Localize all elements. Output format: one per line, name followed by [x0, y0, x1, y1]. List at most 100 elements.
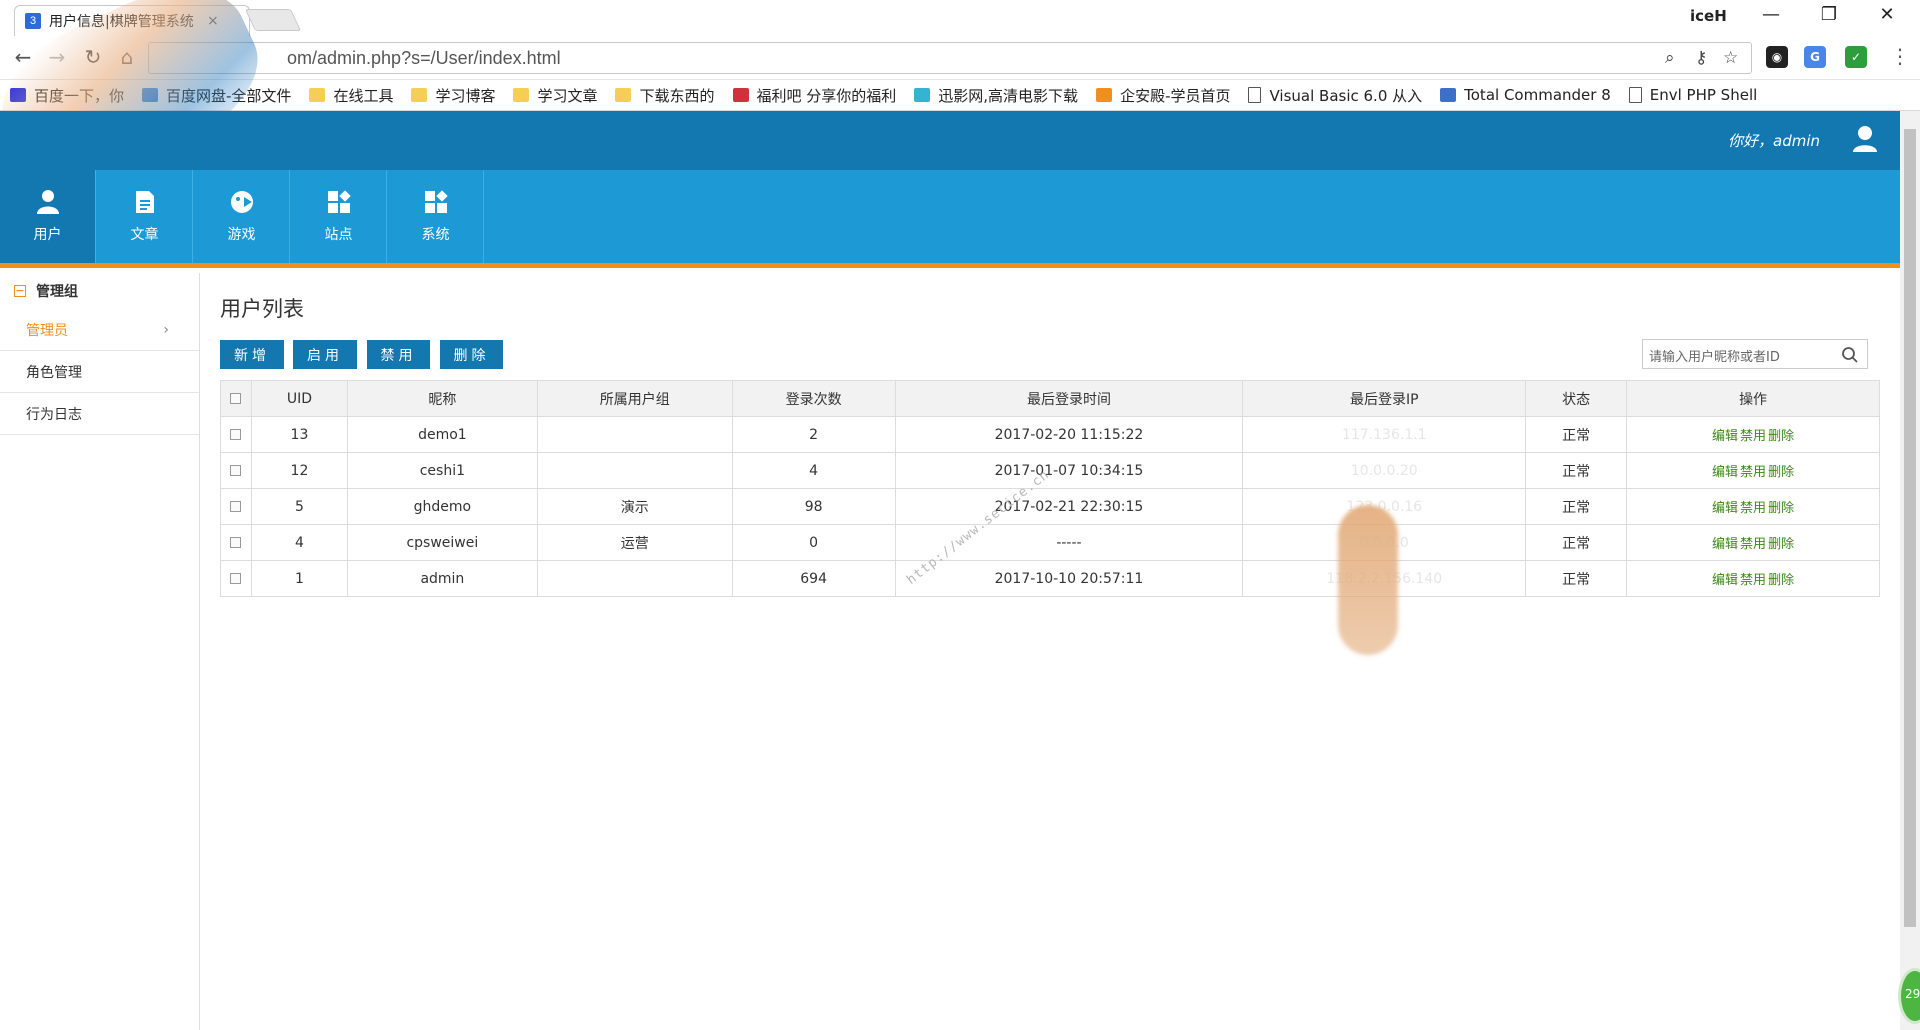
collapse-icon[interactable]: −: [14, 285, 26, 297]
restore-icon[interactable]: ❐: [1806, 4, 1852, 25]
scrollbar-thumb[interactable]: [1904, 129, 1916, 927]
nav-user[interactable]: 用户: [0, 170, 96, 263]
column-header[interactable]: 昵称: [346, 380, 538, 417]
user-avatar-icon[interactable]: [1852, 125, 1878, 153]
column-header[interactable]: 状态: [1525, 380, 1628, 417]
cell-logins: 694: [731, 560, 896, 597]
select-all-checkbox[interactable]: [220, 380, 252, 417]
sidebar-item-label: 行为日志: [26, 406, 82, 423]
nav-site[interactable]: 站点: [291, 170, 387, 263]
disable-link[interactable]: 禁用: [1740, 537, 1766, 552]
table-row[interactable]: 12 ceshi1 4 2017-01-07 10:34:15 10.0.0.20 正常编…: [220, 452, 1880, 489]
search-icon[interactable]: [1841, 346, 1859, 364]
bookmark-item[interactable]: 迅影网,高清电影下载: [914, 85, 1078, 106]
edit-link[interactable]: 编辑: [1712, 501, 1738, 516]
column-header[interactable]: 登录次数: [731, 380, 896, 417]
bookmark-item[interactable]: Envl PHP Shell: [1628, 86, 1757, 104]
cell-group: 运营: [536, 524, 733, 561]
column-header[interactable]: 最后登录时间: [894, 380, 1244, 417]
browser-menu-icon[interactable]: ⋮: [1890, 44, 1910, 68]
row-checkbox[interactable]: [220, 416, 252, 453]
zoom-icon[interactable]: ⌕: [1665, 48, 1675, 68]
cell-uid: 12: [250, 452, 348, 489]
cell-group: [536, 560, 733, 597]
close-window-icon[interactable]: ✕: [1864, 4, 1910, 25]
row-checkbox[interactable]: [220, 560, 252, 597]
minimize-icon[interactable]: —: [1748, 4, 1794, 25]
url-field[interactable]: om/admin.php?s=/User/index.html ⌕ ⚷ ☆: [148, 42, 1752, 74]
bookmark-item[interactable]: Visual Basic 6.0 从入: [1248, 85, 1422, 106]
disable-link[interactable]: 禁用: [1740, 429, 1766, 444]
edit-link[interactable]: 编辑: [1712, 465, 1738, 480]
disable-link[interactable]: 禁用: [1740, 573, 1766, 588]
cell-status: 正常: [1525, 416, 1628, 453]
sidebar-item-roles[interactable]: 角色管理: [0, 351, 199, 393]
delete-link[interactable]: 删除: [1768, 501, 1794, 516]
sidebar-item-logs[interactable]: 行为日志: [0, 393, 199, 435]
row-checkbox[interactable]: [220, 488, 252, 525]
bookmark-item[interactable]: 学习文章: [513, 85, 597, 106]
table-row[interactable]: 5 ghdemo 演示 98 2017-02-21 22:30:15 123.0.0.16…: [220, 488, 1880, 525]
row-checkbox[interactable]: [220, 524, 252, 561]
user-greeting: 你好，admin: [1728, 132, 1820, 150]
cell-uid: 1: [250, 560, 348, 597]
bookmark-star-icon[interactable]: ☆: [1723, 48, 1738, 68]
cell-last-time: 2017-10-10 20:57:11: [894, 560, 1244, 597]
search-input[interactable]: 请输入用户昵称或者ID: [1649, 346, 1780, 365]
table-row[interactable]: 1admin6942017-10-10 20:57:11118.2.2.156.…: [220, 560, 1880, 597]
disable-link[interactable]: 禁用: [1740, 501, 1766, 516]
edit-link[interactable]: 编辑: [1712, 429, 1738, 444]
edit-link[interactable]: 编辑: [1712, 537, 1738, 552]
nav-game[interactable]: 游戏: [194, 170, 290, 263]
page-scrollbar[interactable]: [1900, 111, 1920, 1030]
delete-button[interactable]: 删除: [440, 340, 503, 369]
shield-icon[interactable]: ✓: [1845, 46, 1867, 68]
bookmark-item[interactable]: Total Commander 8: [1440, 86, 1611, 104]
profile-name[interactable]: iceH: [1690, 7, 1727, 25]
sidebar-item-admins[interactable]: 管理员 ›: [0, 309, 199, 351]
edit-link[interactable]: 编辑: [1712, 573, 1738, 588]
table-row[interactable]: 13 demo1 2 2017-02-20 11:15:22 117.136.1.1 正常…: [220, 416, 1880, 453]
cell-nickname: demo1: [346, 416, 538, 453]
cell-actions: 编辑 禁用 删除: [1626, 560, 1880, 597]
cell-last-time: 2017-01-07 10:34:15: [894, 452, 1244, 489]
search-field[interactable]: 请输入用户昵称或者ID: [1642, 339, 1868, 369]
nav-article[interactable]: 文章: [97, 170, 193, 263]
nav-label: 游戏: [227, 226, 256, 243]
nav-system[interactable]: 系统: [388, 170, 484, 263]
bookmark-item[interactable]: 福利吧 分享你的福利: [732, 85, 896, 106]
delete-link[interactable]: 删除: [1768, 573, 1794, 588]
bookmark-item[interactable]: 企安殿-学员首页: [1096, 85, 1230, 106]
translate-icon[interactable]: G: [1804, 46, 1826, 68]
cell-uid: 13: [250, 416, 348, 453]
new-tab-button[interactable]: [244, 9, 302, 31]
redaction-smudge: [1338, 505, 1398, 655]
column-header[interactable]: 所属用户组: [536, 380, 733, 417]
enable-button[interactable]: 启用: [293, 340, 357, 369]
key-icon[interactable]: ⚷: [1695, 48, 1707, 68]
column-header[interactable]: UID: [250, 380, 348, 417]
cell-actions: 编辑 禁用 删除: [1626, 488, 1880, 525]
delete-link[interactable]: 删除: [1768, 429, 1794, 444]
extension-ghost-icon[interactable]: ◉: [1766, 46, 1788, 68]
bookmark-item[interactable]: 在线工具: [309, 85, 393, 106]
delete-link[interactable]: 删除: [1768, 537, 1794, 552]
table-row[interactable]: 4cpsweiwei运营0-----0.0.0.0正常编辑禁用删除: [220, 524, 1880, 561]
delete-link[interactable]: 删除: [1768, 465, 1794, 480]
column-header[interactable]: 操作: [1626, 380, 1880, 417]
nav-label: 文章: [130, 226, 159, 243]
sidebar-group-admin[interactable]: − 管理组: [0, 273, 199, 309]
user-icon: [36, 189, 59, 214]
bookmarks-bar: 百度一下，你百度网盘-全部文件在线工具学习博客学习文章下载东西的福利吧 分享你的…: [0, 80, 1920, 111]
address-toolbar: ← → ↻ ⌂ om/admin.php?s=/User/index.html …: [0, 36, 1920, 80]
cell-uid: 4: [250, 524, 348, 561]
disable-link[interactable]: 禁用: [1740, 465, 1766, 480]
bookmark-label: 在线工具: [333, 86, 394, 105]
column-header[interactable]: 最后登录IP: [1242, 380, 1527, 417]
disable-button[interactable]: 禁用: [367, 340, 430, 369]
bookmark-item[interactable]: 下载东西的: [615, 85, 715, 106]
row-checkbox[interactable]: [220, 452, 252, 489]
add-button[interactable]: 新增: [220, 340, 284, 369]
user-table: UID 昵称 所属用户组 登录次数 最后登录时间 最后登录IP 状态 操作 13…: [220, 380, 1880, 597]
bookmark-item[interactable]: 学习博客: [411, 85, 495, 106]
